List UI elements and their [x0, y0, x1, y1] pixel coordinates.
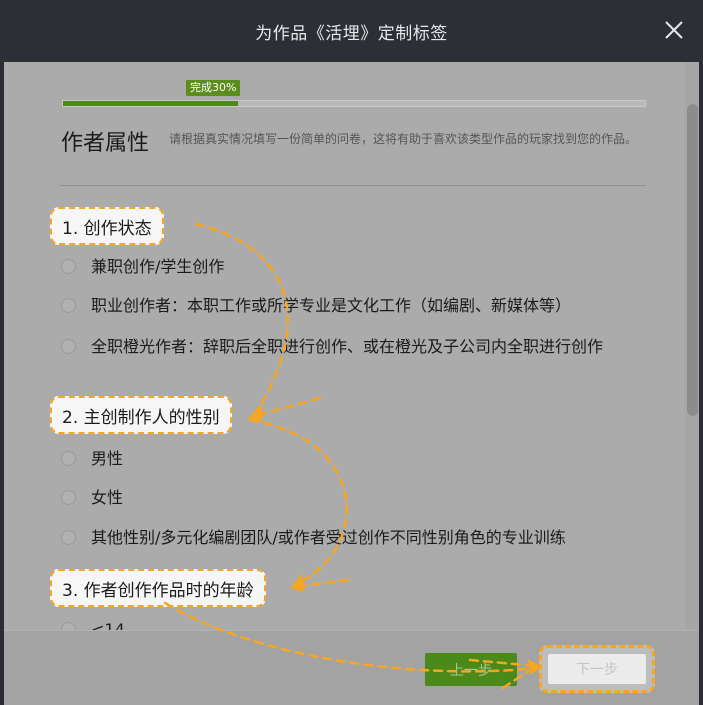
question-2-title: 2. 主创制作人的性别 — [50, 396, 232, 434]
close-icon — [665, 21, 683, 39]
radio-button[interactable] — [61, 490, 76, 505]
radio-button[interactable] — [61, 339, 76, 354]
question-1-option-3[interactable]: 全职橙光作者：辞职后全职进行创作、或在橙光及子公司内全职进行创作 — [61, 336, 661, 358]
question-3-option-1[interactable]: <14 — [61, 619, 125, 630]
question-2-option-2[interactable]: 女性 — [61, 487, 123, 509]
option-label: 其他性别/多元化编剧团队/或作者受过创作不同性别角色的专业训练 — [91, 528, 566, 547]
questionnaire-scroll-area[interactable]: 完成30% 作者属性 请根据真实情况填写一份简单的问卷，这将有助于喜欢该类型作品… — [4, 62, 699, 630]
question-2-option-1[interactable]: 男性 — [61, 448, 123, 470]
radio-button[interactable] — [61, 451, 76, 466]
radio-button[interactable] — [61, 530, 76, 545]
dialog-titlebar: 为作品《活埋》定制标签 — [0, 0, 703, 62]
dialog-body: 完成30% 作者属性 请根据真实情况填写一份简单的问卷，这将有助于喜欢该类型作品… — [4, 62, 699, 705]
progress-label: 完成30% — [186, 80, 241, 96]
option-label: 职业创作者：本职工作或所学专业是文化工作（如编剧、新媒体等） — [91, 296, 572, 315]
next-step-highlight: 下一步 — [539, 645, 655, 693]
dialog-title: 为作品《活埋》定制标签 — [255, 23, 448, 44]
section-title: 作者属性 — [61, 131, 150, 156]
progress-bar — [62, 100, 646, 107]
divider — [60, 185, 646, 186]
progress-bar-fill — [63, 101, 238, 106]
radio-button[interactable] — [61, 622, 76, 630]
question-3-title: 3. 作者创作作品时的年龄 — [50, 569, 266, 607]
option-label: 全职橙光作者：辞职后全职进行创作、或在橙光及子公司内全职进行创作 — [91, 337, 604, 356]
option-label: 兼职创作/学生创作 — [91, 257, 225, 276]
question-1-title: 1. 创作状态 — [50, 207, 164, 245]
radio-button[interactable] — [61, 259, 76, 274]
question-2-option-3[interactable]: 其他性别/多元化编剧团队/或作者受过创作不同性别角色的专业训练 — [61, 527, 566, 549]
radio-button[interactable] — [61, 298, 76, 313]
scrollbar-thumb[interactable] — [687, 104, 698, 416]
section-description: 请根据真实情况填写一份简单的问卷，这将有助于喜欢该类型作品的玩家找到您的作品。 — [169, 132, 638, 146]
option-label: <14 — [91, 620, 125, 630]
option-label: 男性 — [91, 449, 124, 468]
question-1-option-1[interactable]: 兼职创作/学生创作 — [61, 256, 224, 278]
dialog-footer: 上一步 下一步 — [4, 630, 699, 705]
previous-step-button[interactable]: 上一步 — [425, 653, 517, 686]
question-1-option-2[interactable]: 职业创作者：本职工作或所学专业是文化工作（如编剧、新媒体等） — [61, 295, 571, 317]
next-step-button[interactable]: 下一步 — [548, 654, 646, 684]
close-button[interactable] — [663, 19, 685, 41]
option-label: 女性 — [91, 488, 124, 507]
